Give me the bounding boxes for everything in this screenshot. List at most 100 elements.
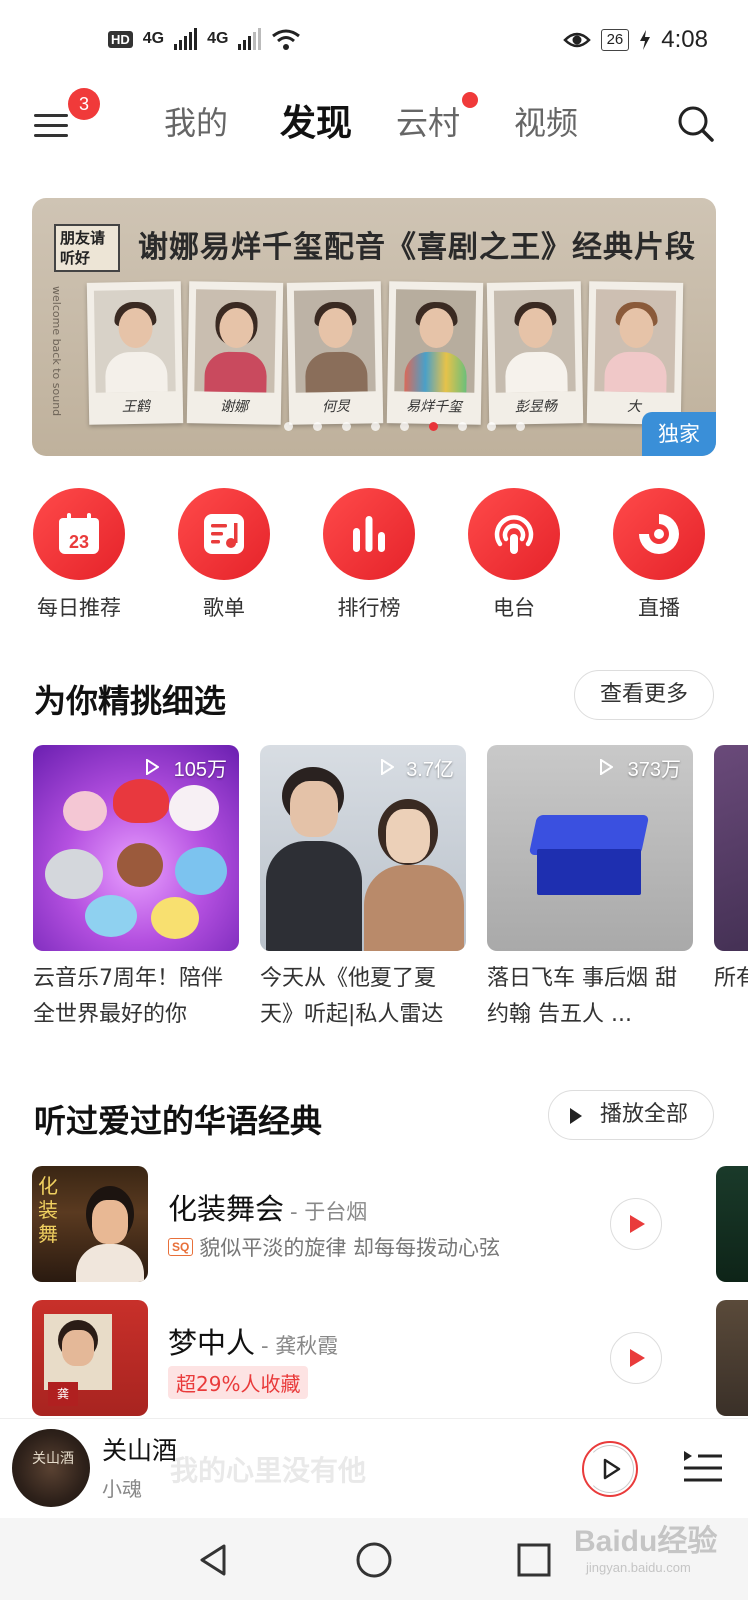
- banner-side-text: welcome back to sound: [50, 286, 63, 417]
- playlist-card[interactable]: 3.7亿 今天从《他夏了夏天》听起|私人雷达: [260, 745, 466, 1033]
- quick-label: 直播: [638, 596, 680, 620]
- quick-entries: 23 每日推荐 歌单 排行榜 电台 直播: [0, 488, 748, 620]
- hot-badge: 超29%人收藏: [168, 1366, 309, 1399]
- home-icon[interactable]: [354, 1540, 394, 1580]
- photo-signature: 王鹤: [121, 398, 151, 416]
- play-count-icon: [600, 759, 613, 775]
- quick-label: 歌单: [203, 596, 245, 620]
- calendar-day: 23: [69, 532, 89, 552]
- quick-radio[interactable]: 电台: [452, 488, 576, 622]
- wifi-icon: [272, 29, 301, 50]
- view-more-button[interactable]: 查看更多: [574, 670, 714, 720]
- hd-indicator: HD: [108, 30, 133, 48]
- quick-label: 电台: [493, 596, 535, 620]
- play-icon: [630, 1215, 645, 1233]
- status-right: 26 4:08: [562, 26, 708, 54]
- quick-daily-recommend[interactable]: 23 每日推荐: [17, 488, 141, 622]
- live-icon: [639, 514, 679, 554]
- banner-photo: 彭昱畅: [486, 281, 584, 425]
- tab-video[interactable]: 视频: [514, 98, 578, 144]
- song-row[interactable]: 化装舞 化装舞会 - 于台烟 SQ 貌似平淡的旋律 却每每拨动心弦: [0, 1166, 748, 1282]
- banner-photo: 易烊千玺: [386, 281, 484, 425]
- song-subtitle: 超29%人收藏: [168, 1366, 309, 1399]
- play-count: 373万: [627, 759, 681, 781]
- song-row[interactable]: 龚 梦中人 - 龚秋霞 超29%人收藏: [0, 1300, 748, 1416]
- next-column-art: [716, 1300, 748, 1416]
- network-label-2: 4G: [207, 30, 229, 47]
- next-column-art: [716, 1166, 748, 1282]
- card-title: 所有另一: [714, 966, 748, 991]
- mini-player-title: 关山酒: [102, 1436, 178, 1465]
- quick-label: 排行榜: [337, 596, 401, 620]
- status-bar: HD 4G 4G 26 4:08: [0, 0, 748, 86]
- playlist-card[interactable]: 105万 云音乐7周年！陪伴全世界最好的你: [33, 745, 239, 1033]
- photo-signature: 谢娜: [219, 398, 249, 416]
- calendar-icon: 23: [59, 513, 99, 554]
- playlist-queue-icon[interactable]: [682, 1447, 724, 1489]
- mini-player-artist: 小魂: [102, 1477, 142, 1501]
- eye-icon: [562, 32, 591, 48]
- play-count-icon: [381, 759, 394, 775]
- card-title: 今天从《他夏了夏天》听起|私人雷达: [260, 966, 444, 1027]
- banner-carousel[interactable]: 朋友请听好 谢娜易烊千玺配音《喜剧之王》经典片段 welcome back to…: [32, 198, 716, 456]
- banner-title: 谢娜易烊千玺配音《喜剧之王》经典片段: [138, 230, 696, 265]
- song-play-button[interactable]: [610, 1198, 662, 1250]
- quick-label: 每日推荐: [37, 596, 121, 620]
- quick-playlist[interactable]: 歌单: [162, 488, 286, 622]
- song-artist: - 于台烟: [290, 1200, 368, 1224]
- banner-photo: 大: [586, 281, 684, 425]
- tab-discover[interactable]: 发现: [280, 94, 352, 146]
- song-title: 化装舞会 - 于台烟: [168, 1192, 368, 1226]
- tab-cloud-village[interactable]: 云村: [396, 98, 460, 144]
- banner-tag: 朋友请听好: [54, 224, 120, 272]
- quick-charts[interactable]: 排行榜: [307, 488, 431, 622]
- section-title-classics: 听过爱过的华语经典: [34, 1102, 323, 1140]
- baidu-watermark: Baidu经验 jingyan.baidu.com: [574, 1525, 718, 1575]
- album-art: 龚: [32, 1300, 148, 1416]
- radio-icon: [494, 515, 534, 554]
- clock: 4:08: [661, 26, 708, 53]
- photo-signature: 彭昱畅: [514, 398, 558, 416]
- mini-player-disc: 关山酒: [12, 1429, 90, 1507]
- menu-icon[interactable]: [32, 106, 72, 146]
- playlist-card[interactable]: 所有另一: [714, 745, 748, 1033]
- menu-badge: 3: [68, 88, 100, 120]
- quick-live[interactable]: 直播: [597, 488, 721, 622]
- sq-badge: SQ: [168, 1238, 194, 1256]
- card-title: 云音乐7周年！陪伴全世界最好的你: [33, 966, 223, 1027]
- play-all-label: 播放全部: [599, 1102, 688, 1127]
- play-count: 3.7亿: [406, 759, 454, 781]
- song-play-button[interactable]: [610, 1332, 662, 1384]
- carousel-dots: [284, 422, 525, 431]
- play-icon: [570, 1108, 582, 1124]
- play-count-icon: [146, 759, 159, 775]
- signal-icon: [174, 28, 198, 50]
- playlist-card[interactable]: 373万 落日飞车 事后烟 甜约翰 告五人 ...: [487, 745, 693, 1033]
- photo-signature: 何炅: [321, 398, 351, 416]
- notification-dot: [462, 92, 478, 108]
- song-subtitle: SQ 貌似平淡的旋律 却每每拨动心弦: [168, 1232, 500, 1262]
- tab-mine[interactable]: 我的: [164, 98, 228, 144]
- play-icon: [603, 1458, 621, 1480]
- play-icon: [630, 1349, 645, 1367]
- mini-player-behind-text: 我的心里没有他: [170, 1454, 367, 1487]
- mini-player-play-button[interactable]: [582, 1441, 638, 1497]
- back-icon[interactable]: [194, 1540, 234, 1580]
- exclusive-badge: 独家: [642, 412, 716, 456]
- signal-icon-2: [238, 28, 262, 50]
- album-art: 化装舞: [32, 1166, 148, 1282]
- song-artist: - 龚秋霞: [261, 1334, 339, 1358]
- playlist-cards: 105万 云音乐7周年！陪伴全世界最好的你 3.7亿 今天从《他夏了夏天》听起|…: [0, 745, 748, 1035]
- banner-photo: 王鹤: [86, 281, 184, 425]
- recents-icon[interactable]: [514, 1540, 554, 1580]
- playlist-icon: [204, 514, 244, 554]
- mini-player[interactable]: 我的心里没有他 关山酒 关山酒 小魂: [0, 1418, 748, 1518]
- status-left: HD 4G 4G: [108, 28, 301, 50]
- chart-bars-icon: [353, 516, 385, 552]
- play-all-button[interactable]: 播放全部: [548, 1090, 714, 1140]
- section-title-picks: 为你精挑细选: [34, 682, 227, 720]
- top-nav: 3 我的 发现 云村 视频: [0, 86, 748, 166]
- charging-icon: [640, 30, 651, 50]
- search-icon[interactable]: [676, 104, 716, 144]
- banner-photo: 谢娜: [186, 281, 284, 425]
